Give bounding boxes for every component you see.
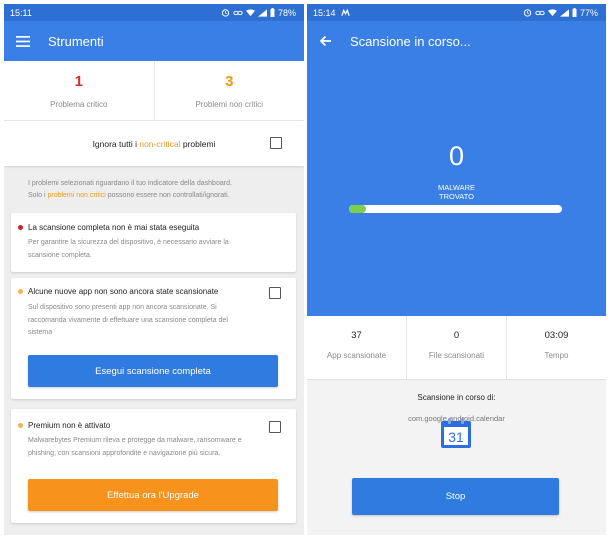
issue-title-text: Premium non è attivato [28, 421, 111, 430]
info-line-1: I problemi selezionati riguardano il tuo… [28, 180, 232, 187]
issue-body-line: raccomanda vivamente di effettuare una s… [28, 316, 228, 324]
run-full-scan-button[interactable]: Esegui scansione completa [28, 355, 278, 387]
menu-icon[interactable] [16, 35, 30, 47]
wifi-icon [547, 8, 557, 16]
google-calendar-icon: 31 [441, 418, 471, 448]
stat-label: App scansionate [326, 351, 387, 360]
calendar-day: 31 [448, 429, 464, 445]
info-line-2-post: possono essere non controllati/ignorati. [105, 192, 230, 199]
ignore-label-post: problemi [180, 138, 216, 149]
noncritical-count-label: Problemi non critici [195, 100, 264, 109]
info-text: I problemi selezionati riguardano il tuo… [4, 166, 304, 212]
critical-count-label: Problema critico [50, 100, 108, 109]
link-icon [233, 10, 243, 15]
status-left: 15:14 [313, 8, 350, 18]
issue-body-line: phishing, con scansioni approfondite e n… [28, 449, 221, 457]
problem-counts: 1 Problema critico 3 Problemi non critic… [4, 61, 304, 121]
info-line-2-pre: Solo i [28, 192, 48, 199]
issue-body: Per garantire la sicurezza del dispositi… [28, 237, 266, 262]
issue-title: Alcune nuove app non sono ancora state s… [18, 287, 218, 296]
noncritical-count-cell[interactable]: 3 Problemi non critici [153, 61, 305, 120]
malware-label-line-2: TROVATO [438, 192, 474, 201]
battery-percent: 77% [579, 7, 598, 18]
stat-value: 03:09 [544, 330, 569, 341]
ignore-label-highlight: non-critical [139, 138, 181, 149]
issue-body-line: Per garantire la sicurezza del dispositi… [28, 239, 229, 246]
stat-files: 0 File scansionati [406, 316, 506, 379]
issue-checkbox[interactable] [269, 287, 281, 299]
issue-body-line: Malwarebytes Premium rileva e protegge d… [28, 437, 242, 444]
issue-body-line: sistema [28, 329, 53, 336]
issue-title: Premium non è attivato [18, 421, 110, 430]
stat-time: 03:09 Tempo [506, 316, 606, 379]
status-time: 15:14 [313, 7, 336, 18]
issue-card-full-scan: La scansione completa non è mai stata es… [11, 213, 296, 272]
status-bar: 15:11 78% [4, 4, 304, 21]
signal-icon [257, 8, 267, 17]
app-bar: Strumenti [4, 21, 304, 61]
issue-card-new-apps: Alcune nuove app non sono ancora state s… [11, 278, 296, 399]
ignore-noncritical-checkbox[interactable] [270, 137, 282, 149]
issue-title-text: Alcune nuove app non sono ancora state s… [28, 287, 219, 296]
scan-progress-bar [349, 205, 562, 213]
stat-value: 0 [453, 330, 460, 341]
battery-icon [270, 8, 275, 17]
scan-progress-fill [349, 205, 367, 213]
wifi-icon [245, 8, 255, 16]
page-title: Strumenti [48, 33, 104, 49]
left-screen: 15:11 78% Strumenti 1 Problema critico 3… [4, 4, 304, 535]
status-time: 15:11 [10, 7, 32, 18]
critical-count: 1 [74, 73, 83, 90]
stat-label: Tempo [544, 351, 569, 360]
noncritical-count: 3 [225, 73, 234, 90]
issue-checkbox[interactable] [269, 421, 281, 433]
stat-label: File scansionati [428, 351, 485, 360]
issue-body-line: scansione completa. [28, 251, 92, 259]
malware-count: 0 [448, 141, 465, 171]
issue-card-premium: Premium non è attivato Malwarebytes Prem… [11, 409, 296, 523]
issue-body: Sul dispositivo sono presenti app non an… [28, 302, 266, 340]
scan-summary: 0 MALWARE TROVATO [307, 61, 606, 316]
status-bar: 15:14 77% [307, 4, 606, 21]
scan-stats: 37 App scansionate 0 File scansionati 03… [307, 316, 606, 380]
warning-dot-icon [18, 289, 23, 294]
ignore-label-pre: Ignora tutti i [92, 138, 140, 149]
info-line-2: Solo i problemi non critici possono esse… [28, 190, 292, 202]
malware-label-line-1: MALWARE [437, 183, 476, 192]
malware-found-label: MALWARE TROVATO [307, 183, 606, 201]
issue-title-text: La scansione completa non è mai stata es… [28, 223, 200, 232]
signal-icon [559, 8, 569, 17]
back-arrow-icon[interactable] [319, 35, 332, 47]
battery-percent: 78% [277, 7, 296, 18]
stat-value: 37 [351, 330, 362, 341]
issue-title: La scansione completa non è mai stata es… [18, 223, 199, 232]
battery-icon [572, 8, 577, 17]
upgrade-button[interactable]: Effettua ora l'Upgrade [28, 479, 278, 511]
issue-body: Malwarebytes Premium rileva e protegge d… [28, 435, 266, 460]
app-bar: Scansione in corso... [307, 21, 606, 61]
scanning-title: Scansione in corso di: [417, 393, 496, 402]
stat-apps: 37 App scansionate [307, 316, 406, 379]
critical-dot-icon [18, 225, 23, 230]
notification-icon [340, 8, 350, 16]
critical-count-cell[interactable]: 1 Problema critico [4, 61, 154, 120]
issue-body-line: Sul dispositivo sono presenti app non an… [28, 304, 217, 311]
page-title: Scansione in corso... [350, 33, 471, 49]
warning-dot-icon [18, 423, 23, 428]
ignore-label: Ignora tutti i non-critical problemi [93, 139, 216, 149]
alarm-icon [221, 9, 230, 17]
link-icon [535, 10, 545, 15]
ignore-noncritical-row[interactable]: Ignora tutti i non-critical problemi [4, 121, 304, 166]
stop-button[interactable]: Stop [352, 478, 559, 515]
right-screen: 15:14 77% Scansione in corso... 0 MALWAR… [307, 4, 606, 535]
alarm-icon [523, 9, 532, 17]
info-line-2-highlight: problemi non critici [47, 192, 106, 199]
